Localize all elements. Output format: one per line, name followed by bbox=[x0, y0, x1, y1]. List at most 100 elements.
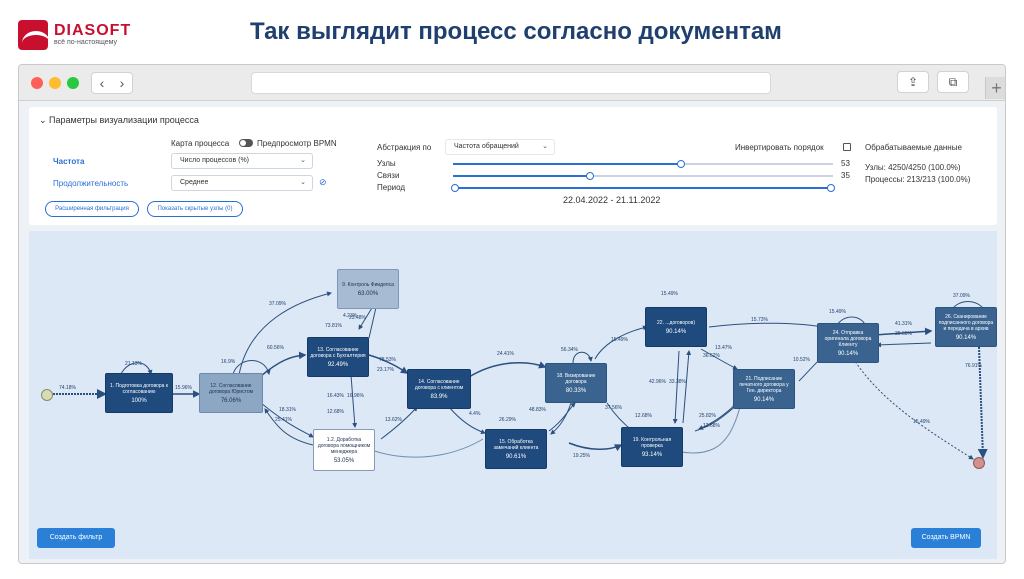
create-filter-button[interactable]: Создать фильтр bbox=[37, 528, 115, 548]
node-pct: 90.14% bbox=[665, 328, 687, 335]
abstraction-select[interactable]: Частота обращений ⌄ bbox=[445, 139, 555, 155]
links-slider[interactable] bbox=[453, 172, 833, 180]
links-slider-label: Связи bbox=[377, 171, 400, 180]
links-slider-knob[interactable] bbox=[585, 172, 594, 180]
eye-hidden-icon[interactable]: ⊘ bbox=[319, 177, 327, 188]
edge-label: 37.56% bbox=[605, 405, 622, 411]
frequency-value: Число процессов (%) bbox=[180, 157, 249, 164]
share-icon: ⇪ bbox=[907, 75, 919, 89]
tabs-icon: ⧉ bbox=[948, 75, 958, 89]
edge-18-15 bbox=[550, 402, 572, 435]
nodes-value: 53 bbox=[841, 159, 850, 168]
edge-label: 42.96% bbox=[649, 379, 666, 385]
node-label: 1. Подготовка договора к согласованию bbox=[110, 382, 168, 395]
tabs-button[interactable]: ⧉ bbox=[937, 71, 969, 93]
process-node-14[interactable]: 14. Согласование договора с клиентом 83.9… bbox=[407, 369, 471, 409]
node-label: 12. Согласование договора Юристом bbox=[208, 382, 254, 395]
invert-order-checkbox[interactable] bbox=[843, 143, 851, 151]
edge-label: 56.34% bbox=[561, 347, 578, 353]
period-range: 22.04.2022 - 21.11.2022 bbox=[563, 195, 661, 205]
edge-label: 39.65% bbox=[895, 331, 912, 337]
processed-data-title: Обрабатываемые данные bbox=[865, 143, 962, 152]
edge-label: 15.49% bbox=[829, 309, 846, 315]
node-pct: 100% bbox=[131, 397, 147, 404]
node-pct: 83.9% bbox=[430, 393, 448, 400]
diasoft-logo-icon bbox=[18, 20, 48, 50]
process-node-24[interactable]: 24. Отправка оригинала договора Клиенту 9… bbox=[817, 323, 879, 363]
period-label: Период bbox=[377, 183, 406, 192]
forward-button[interactable]: › bbox=[112, 73, 132, 93]
edge-label: 37.09% bbox=[269, 301, 286, 307]
node-label: 13. Согласование договора с Бухгалтерия bbox=[310, 346, 366, 359]
logo-name: DIASOFT bbox=[54, 22, 132, 39]
process-node-19[interactable]: 19. Контрольная проверка 93.14% bbox=[621, 427, 683, 467]
edge-label: 36.62% bbox=[703, 353, 720, 359]
invert-order-label: Инвертировать порядок bbox=[735, 143, 824, 152]
node-pct: 90.14% bbox=[955, 334, 977, 341]
node-pct: 92.49% bbox=[327, 361, 349, 368]
abstraction-label: Абстракция по bbox=[377, 143, 432, 152]
process-node-12[interactable]: 12. Согласование договора Юристом 76.06% bbox=[199, 373, 263, 413]
params-header[interactable]: ⌄ Параметры визуализации процесса bbox=[39, 115, 199, 126]
process-node-26[interactable]: 26. Сканирование подписанного договора и… bbox=[935, 307, 997, 347]
edge-15-19 bbox=[568, 442, 623, 452]
edge-1.2-12 bbox=[264, 408, 314, 446]
edge-15-1.2 bbox=[358, 438, 484, 458]
process-node-13[interactable]: 13. Согласование договора с Бухгалтерия 9… bbox=[307, 337, 369, 377]
minimize-window-icon[interactable] bbox=[49, 77, 61, 89]
edge-label: 48.83% bbox=[529, 407, 546, 413]
process-node-1-2[interactable]: 1.2. Доработка договора помощником менед… bbox=[313, 429, 375, 471]
links-value: 35 bbox=[841, 171, 850, 180]
bpmn-preview-label: Предпросмотр BPMN bbox=[257, 139, 337, 148]
history-nav: ‹ › bbox=[91, 72, 133, 94]
process-map[interactable]: 1. Подготовка договора к согласованию 100… bbox=[29, 231, 997, 559]
edge-label: 12.68% bbox=[327, 409, 344, 415]
maximize-window-icon[interactable] bbox=[67, 77, 79, 89]
edge-label: 78.53% bbox=[379, 357, 396, 363]
period-end-knob[interactable] bbox=[827, 184, 835, 192]
edge-label: 13.62% bbox=[385, 417, 402, 423]
edge-label: 37.09% bbox=[953, 293, 970, 299]
duration-select[interactable]: Среднее ⌄ bbox=[171, 175, 313, 191]
node-pct: 63.00% bbox=[357, 290, 379, 297]
edge-19-22 bbox=[682, 350, 692, 424]
period-slider[interactable] bbox=[451, 184, 835, 192]
share-button[interactable]: ⇪ bbox=[897, 71, 929, 93]
create-bpmn-button[interactable]: Создать BPMN bbox=[911, 528, 981, 548]
address-bar[interactable] bbox=[251, 72, 771, 94]
start-event-node[interactable] bbox=[41, 389, 53, 401]
edge-label: 21.13% bbox=[125, 361, 142, 367]
advanced-filter-button[interactable]: Расширенная фильтрация bbox=[45, 201, 139, 217]
node-pct: 90.14% bbox=[837, 350, 859, 357]
period-start-knob[interactable] bbox=[451, 184, 459, 192]
edge-24-end bbox=[850, 354, 974, 460]
links-slider-fill bbox=[453, 175, 590, 177]
process-node-1[interactable]: 1. Подготовка договора к согласованию 100… bbox=[105, 373, 173, 413]
diasoft-logo: DIASOFT всё по-настоящему bbox=[18, 20, 131, 50]
bpmn-toggle[interactable] bbox=[239, 139, 253, 147]
process-node-21[interactable]: 21. Подписание печатного договора у Ген.… bbox=[733, 369, 795, 409]
process-node-9[interactable]: 9. Контроль Фиидепса 63.00% bbox=[337, 269, 399, 309]
node-label: 18. Визирование договора bbox=[556, 372, 596, 385]
edge-13-1.2 bbox=[350, 374, 358, 428]
show-hidden-nodes-button[interactable]: Показать скрытые узлы (0) bbox=[147, 201, 243, 217]
frequency-select[interactable]: Число процессов (%) ⌄ bbox=[171, 153, 313, 169]
processed-nodes: Узлы: 4250/4250 (100.0%) bbox=[865, 163, 961, 172]
process-node-18[interactable]: 18. Визирование договора 80.33% bbox=[545, 363, 607, 403]
process-node-15[interactable]: 15. Обработка замечаний клиента 90.61% bbox=[485, 429, 547, 469]
edge-label: 73.81% bbox=[325, 323, 342, 329]
edge-label: 41.31% bbox=[895, 321, 912, 327]
back-button[interactable]: ‹ bbox=[92, 73, 112, 93]
edge-label: 12.68% bbox=[703, 423, 720, 429]
node-label: 9. Контроль Фиидепса bbox=[342, 281, 394, 288]
close-window-icon[interactable] bbox=[31, 77, 43, 89]
browser-window: ‹ › ⇪ ⧉ + ⌄ Параметры визуализации проце… bbox=[18, 64, 1006, 564]
new-tab-button[interactable]: + bbox=[985, 77, 1005, 99]
process-node-22[interactable]: 22. ...договоров) 90.14% bbox=[645, 307, 707, 347]
edge-label: 12.68% bbox=[635, 413, 652, 419]
nodes-slider[interactable] bbox=[453, 160, 833, 168]
nodes-slider-knob[interactable] bbox=[677, 160, 685, 168]
node-pct: 93.14% bbox=[641, 451, 663, 458]
edge-label: 15.49% bbox=[611, 337, 628, 343]
end-event-node[interactable] bbox=[973, 457, 985, 469]
